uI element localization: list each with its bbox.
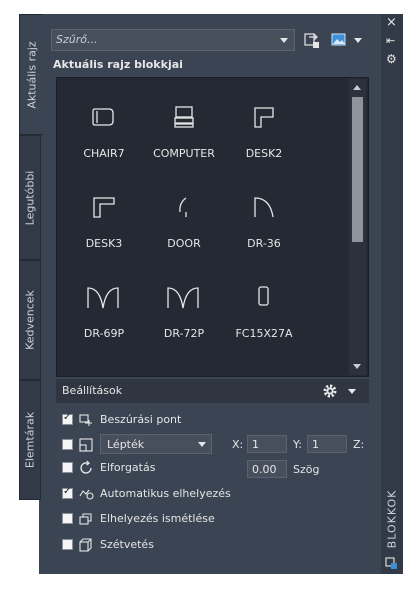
desk-icon	[254, 107, 274, 128]
scrollbar-thumb[interactable]	[352, 97, 363, 242]
insertion-point-checkbox[interactable]	[62, 412, 73, 425]
block-label: DR-36	[247, 237, 281, 250]
close-icon[interactable]: ×	[386, 15, 397, 30]
door-icon	[179, 197, 187, 217]
chevron-down-icon[interactable]	[348, 389, 356, 394]
x-scale-input[interactable]: 1	[247, 435, 287, 453]
block-label: CHAIR7	[83, 147, 125, 160]
settings-header[interactable]: Beállítások	[56, 379, 369, 403]
scale-value: Lépték	[107, 438, 145, 451]
scale-checkbox[interactable]	[62, 439, 73, 450]
explode-label: Szétvetés	[100, 538, 154, 551]
auto-place-icon	[79, 489, 94, 500]
chevron-down-icon	[198, 442, 206, 447]
insertion-point-label: Beszúrási pont	[100, 413, 182, 426]
properties-icon[interactable]: ⚙	[386, 52, 397, 66]
computer-icon	[174, 106, 194, 128]
explode-icon	[79, 538, 92, 552]
scale-icon	[79, 438, 93, 452]
blocks-gallery: CHAIR7 COMPUTER DESK2 DESK3 DOOR DR-36 D…	[56, 77, 369, 377]
section-heading: Aktuális rajz blokkjai	[53, 58, 183, 71]
angle-unit: Szög	[293, 463, 320, 476]
palette-title: BLOKKOK	[385, 489, 399, 549]
auto-place-checkbox[interactable]	[62, 486, 73, 499]
x-label: X:	[232, 438, 244, 451]
auto-place-label: Automatikus elhelyezés	[100, 487, 231, 500]
filter-input[interactable]: Szűrő...	[51, 29, 295, 51]
chair-icon	[92, 108, 114, 126]
explode-checkbox[interactable]	[62, 539, 73, 550]
scroll-down-icon[interactable]	[353, 364, 361, 369]
insert-file-icon[interactable]	[303, 31, 321, 49]
block-tile[interactable]: DR-69P	[64, 268, 144, 348]
gallery-scrollbar[interactable]	[349, 79, 366, 375]
y-scale-input[interactable]: 1	[307, 435, 347, 453]
repeat-place-icon	[79, 513, 92, 525]
door-icon	[254, 197, 274, 218]
tab-libraries[interactable]: Elemtárak	[19, 380, 41, 500]
auto-hide-icon[interactable]: ⇤	[386, 34, 395, 47]
block-label: DOOR	[167, 237, 201, 250]
rotation-label: Elforgatás	[100, 461, 156, 474]
block-label: FC15X27A	[235, 327, 293, 340]
chevron-down-icon[interactable]	[280, 38, 288, 43]
block-tile[interactable]: FC15X27A	[224, 268, 304, 348]
tab-recent[interactable]: Legutóbbi	[19, 135, 41, 260]
block-tile[interactable]: CHAIR7	[64, 88, 144, 168]
block-tile[interactable]: DR-72P	[144, 268, 224, 348]
block-tile[interactable]: DOOR	[144, 178, 224, 258]
double-door-icon	[87, 287, 119, 309]
block-label: DR-69P	[83, 327, 125, 340]
rotation-checkbox[interactable]	[62, 462, 73, 473]
block-label: DR-72P	[163, 327, 205, 340]
tab-current-drawing[interactable]: Aktuális rajz	[19, 14, 43, 135]
cabinet-icon	[258, 286, 269, 306]
repeat-place-checkbox[interactable]	[62, 513, 73, 524]
rotate-icon	[80, 460, 92, 474]
double-door-icon	[167, 287, 199, 309]
block-label: COMPUTER	[153, 147, 215, 160]
block-tile[interactable]: DESK2	[224, 88, 304, 168]
block-label: DESK3	[85, 237, 123, 250]
palette-menu-icon[interactable]	[384, 556, 398, 570]
scale-dropdown[interactable]: Lépték	[100, 434, 212, 454]
block-tile[interactable]: DESK3	[64, 178, 144, 258]
tab-favorites[interactable]: Kedvencek	[19, 260, 41, 380]
view-options-icon[interactable]	[330, 31, 348, 49]
y-label: Y:	[293, 438, 302, 451]
block-tile[interactable]: COMPUTER	[144, 88, 224, 168]
repeat-place-label: Elhelyezés ismétlése	[100, 512, 215, 525]
insertion-point-icon	[79, 414, 92, 426]
gear-icon[interactable]	[322, 383, 338, 399]
block-tile[interactable]: DR-36	[224, 178, 304, 258]
view-options-dropdown-icon[interactable]	[354, 38, 362, 43]
scroll-up-icon[interactable]	[353, 85, 361, 90]
settings-title: Beállítások	[62, 384, 123, 397]
desk-icon	[93, 197, 115, 218]
filter-placeholder: Szűrő...	[56, 33, 98, 46]
z-label: Z:	[353, 438, 365, 451]
rotation-angle-input[interactable]: 0.00	[247, 460, 287, 478]
block-label: DESK2	[245, 147, 283, 160]
